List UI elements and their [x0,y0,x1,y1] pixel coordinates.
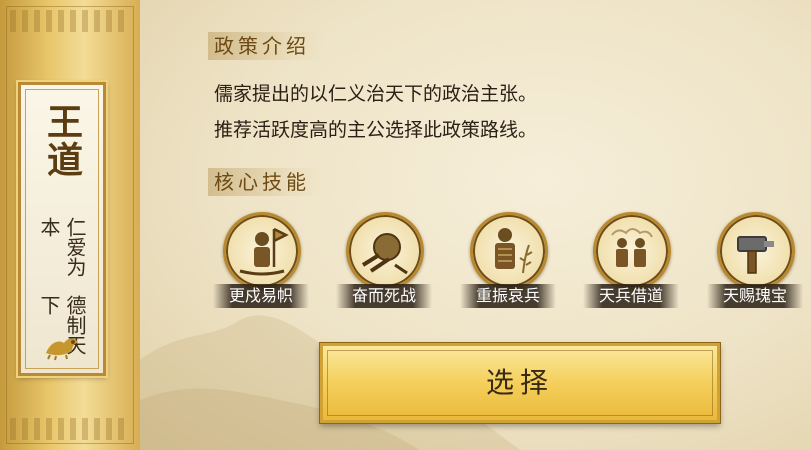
skill-label-3: 重振哀兵 [460,284,556,308]
qilin-emblem-icon [46,338,78,361]
skill-label-4: 天兵借道 [583,284,679,308]
skill-item-5[interactable]: 天赐瑰宝 [707,212,803,312]
soldier-flag-icon [223,212,301,290]
hammer-icon [717,212,795,290]
policy-motto-line-1: 仁爱为本 [37,217,87,277]
fret-border-top [10,10,128,32]
intro-description: 儒家提出的以仁义治天下的政治主张。 推荐活跃度高的主公选择此政策路线。 [214,76,537,148]
skills-row: 更戍易帜 奋而死战 重振哀兵 天兵借道 天赐瑰宝 [213,212,803,312]
skill-label-5: 天赐瑰宝 [707,284,803,308]
skill-item-2[interactable]: 奋而死战 [336,212,432,312]
armored-soldier-wheat-icon [470,212,548,290]
policy-name: 王道 [41,103,83,179]
policy-card: 王道 仁爱为本 德制天下 [18,82,106,376]
skill-item-3[interactable]: 重振哀兵 [460,212,556,312]
skill-label-1: 更戍易帜 [213,284,309,308]
skill-item-1[interactable]: 更戍易帜 [213,212,309,312]
fighting-shield-icon [346,212,424,290]
fret-border-bottom [10,418,128,440]
skill-label-2: 奋而死战 [336,284,432,308]
skills-section-title: 核心技能 [208,168,324,196]
skill-item-4[interactable]: 天兵借道 [583,212,679,312]
intro-line-2: 推荐活跃度高的主公选择此政策路线。 [214,119,538,141]
soldiers-clouds-icon [593,212,671,290]
select-button[interactable]: 选择 [320,343,720,423]
intro-section-title: 政策介绍 [208,32,324,60]
intro-line-1: 儒家提出的以仁义治天下的政治主张。 [214,83,538,105]
